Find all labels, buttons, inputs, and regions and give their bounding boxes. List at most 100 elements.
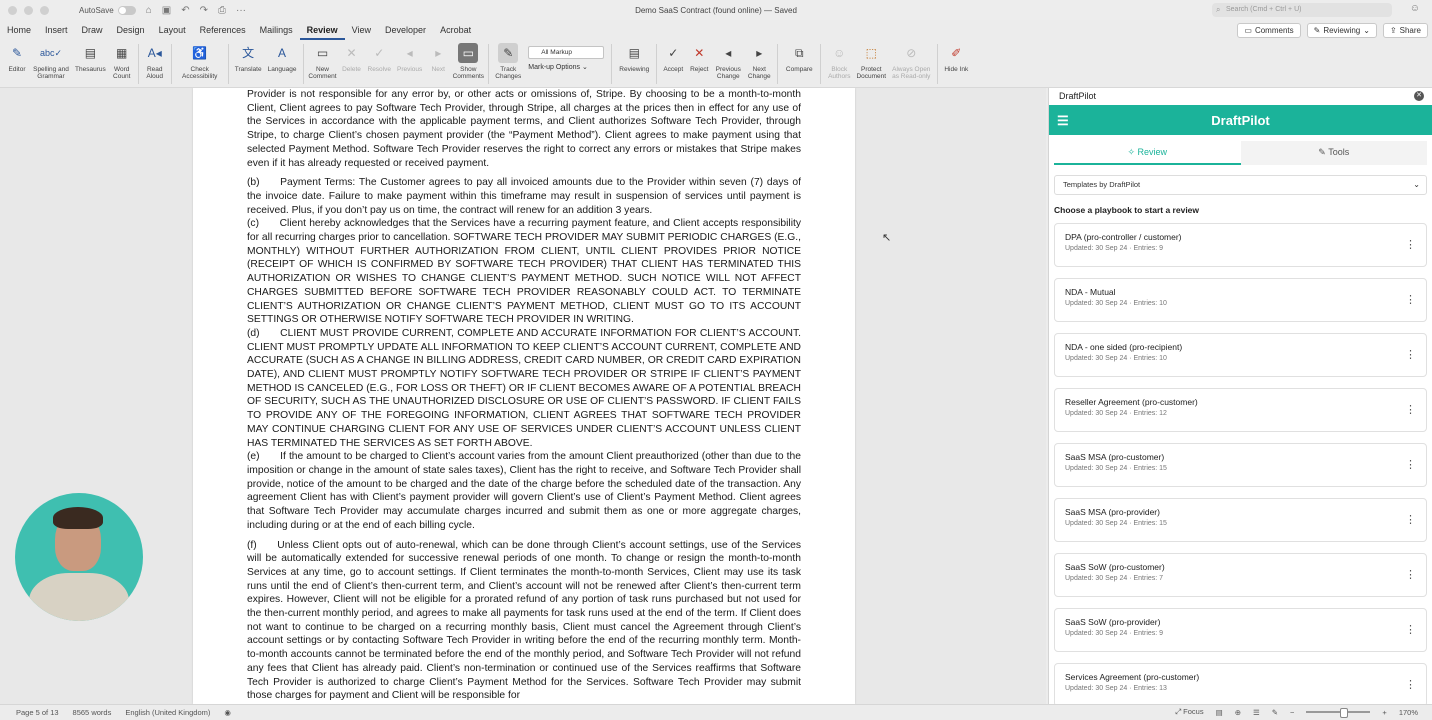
paragraph-b[interactable]: (b) Payment Terms: The Customer agrees t… [247, 176, 801, 217]
paragraph-f[interactable]: (f) Unless Client opts out of auto-renew… [247, 539, 801, 703]
print-icon[interactable]: ⎙ [218, 5, 226, 16]
more-options-icon[interactable]: ⋮ [1405, 568, 1416, 581]
more-options-icon[interactable]: ⋮ [1405, 678, 1416, 691]
playbook-card[interactable]: NDA - Mutual Updated: 30 Sep 24 · Entries… [1054, 278, 1427, 322]
markup-options-button[interactable]: Mark-up Options ⌄ [528, 63, 604, 71]
tab-mailings[interactable]: Mailings [253, 20, 300, 40]
close-pane-icon[interactable]: ✕ [1414, 91, 1424, 101]
markup-select[interactable]: All Markup [528, 46, 605, 59]
accessibility-status-icon[interactable]: ◉ [224, 708, 231, 717]
protect-document-button[interactable]: ⬚ Protect Document [854, 40, 888, 81]
playbook-card[interactable]: SaaS MSA (pro-customer) Updated: 30 Sep 2… [1054, 443, 1427, 487]
undo-icon[interactable]: ↶ [181, 5, 189, 16]
playbook-card[interactable]: SaaS MSA (pro-provider) Updated: 30 Sep 2… [1054, 498, 1427, 542]
always-open-read-only-button[interactable]: ⊘ Always Open as Read-only [888, 40, 934, 81]
window-controls[interactable] [8, 5, 49, 15]
translate-button[interactable]: 文 Translate [232, 40, 265, 74]
playbook-card[interactable]: SaaS SoW (pro-provider) Updated: 30 Sep 2… [1054, 608, 1427, 652]
zoom-window-button[interactable] [40, 5, 49, 15]
editor-button[interactable]: ✎ Editor [4, 40, 30, 74]
playbook-card[interactable]: SaaS SoW (pro-customer) Updated: 30 Sep 2… [1054, 553, 1427, 597]
web-layout-icon[interactable]: ⊕ [1235, 708, 1241, 717]
zoom-level[interactable]: 170% [1399, 708, 1418, 717]
paragraph-e[interactable]: (e) If the amount to be charged to Clien… [247, 450, 801, 532]
language-button[interactable]: A Language [265, 40, 300, 74]
share-button[interactable]: ⇪ Share [1382, 23, 1428, 38]
zoom-out-icon[interactable]: − [1290, 708, 1294, 717]
save-icon[interactable]: ▣ [162, 5, 171, 16]
tab-view[interactable]: View [345, 20, 378, 40]
reject-button[interactable]: ✕ Reject [686, 40, 712, 74]
track-changes-label: Track Changes [495, 66, 522, 80]
playbook-card[interactable]: DPA (pro-controller / customer) Updated: … [1054, 223, 1427, 267]
word-count-button[interactable]: ▦ Word Count [109, 40, 135, 81]
print-layout-icon[interactable]: ▤ [1216, 708, 1223, 717]
next-comment-button[interactable]: ▸ Next [425, 40, 451, 74]
compare-button[interactable]: ⧉ Compare [781, 40, 817, 74]
show-comments-button[interactable]: ▭ Show Comments [451, 40, 485, 80]
redo-icon[interactable]: ↷ [200, 5, 208, 16]
language-indicator[interactable]: English (United Kingdom) [125, 708, 210, 717]
previous-comment-button[interactable]: ◂ Previous [394, 40, 425, 74]
zoom-slider[interactable] [1306, 708, 1371, 718]
block-authors-button[interactable]: ☺ Block Authors [824, 40, 854, 81]
draft-icon[interactable]: ✎ [1272, 708, 1278, 717]
more-options-icon[interactable]: ⋮ [1405, 238, 1416, 251]
tab-review-pane[interactable]: ✧ Review [1054, 141, 1241, 165]
read-aloud-button[interactable]: A◂ Read Aloud [142, 40, 168, 81]
focus-button[interactable]: ⤢ Focus [1175, 707, 1204, 717]
templates-dropdown[interactable]: Templates by DraftPilot ⌄ [1054, 175, 1427, 195]
playbook-card[interactable]: Services Agreement (pro-customer) Updated… [1054, 663, 1427, 707]
paragraph-stripe[interactable]: Provider is not responsible for any erro… [247, 88, 801, 170]
word-count[interactable]: 8565 words [73, 708, 112, 717]
reviewing-button[interactable]: ✎ Reviewing ⌄ [1306, 23, 1377, 38]
tab-references[interactable]: References [193, 20, 253, 40]
page-indicator[interactable]: Page 5 of 13 [16, 708, 59, 717]
tab-tools-pane[interactable]: ✎ Tools [1240, 141, 1427, 165]
zoom-in-icon[interactable]: + [1382, 708, 1386, 717]
tab-developer[interactable]: Developer [378, 20, 433, 40]
resolve-button[interactable]: ✓ Resolve [365, 40, 394, 74]
account-icon[interactable]: ☺ [1410, 3, 1420, 14]
menu-icon[interactable]: ☰ [1057, 113, 1069, 129]
playbook-card[interactable]: NDA - one sided (pro-recipient) Updated: … [1054, 333, 1427, 377]
more-options-icon[interactable]: ⋮ [1405, 623, 1416, 636]
playbook-meta: Updated: 30 Sep 24 · Entries: 15 [1065, 465, 1167, 472]
tab-home[interactable]: Home [0, 20, 38, 40]
track-changes-button[interactable]: ✎ Track Changes [492, 40, 524, 80]
comments-button[interactable]: ▭ Comments [1237, 23, 1301, 38]
thesaurus-button[interactable]: ▤ Thesaurus [72, 40, 109, 74]
playbook-card[interactable]: Reseller Agreement (pro-customer) Updated… [1054, 388, 1427, 432]
document-canvas[interactable]: Provider is not responsible for any erro… [0, 88, 1046, 704]
document-page[interactable]: Provider is not responsible for any erro… [193, 88, 855, 704]
tab-acrobat[interactable]: Acrobat [433, 20, 478, 40]
close-window-button[interactable] [8, 5, 17, 15]
home-icon[interactable]: ⌂ [146, 5, 152, 16]
tab-design[interactable]: Design [110, 20, 152, 40]
hide-ink-button[interactable]: ✐ Hide Ink [941, 40, 971, 74]
spelling-button[interactable]: abc✓ Spelling and Grammar [30, 40, 72, 80]
tab-insert[interactable]: Insert [38, 20, 75, 40]
autosave-toggle[interactable] [117, 5, 136, 15]
paragraph-d[interactable]: (d) CLIENT MUST PROVIDE CURRENT, COMPLET… [247, 327, 801, 450]
check-accessibility-button[interactable]: ♿ Check Accessibility [175, 40, 225, 81]
more-icon[interactable]: ··· [236, 5, 246, 16]
new-comment-button[interactable]: ▭ New Comment [307, 40, 339, 81]
paragraph-c[interactable]: (c) Client hereby acknowledges that the … [247, 217, 801, 327]
accept-button[interactable]: ✓ Accept [660, 40, 686, 74]
delete-comment-button[interactable]: ✕ Delete [339, 40, 365, 74]
previous-change-button[interactable]: ◂ Previous Change [712, 40, 744, 81]
tab-layout[interactable]: Layout [152, 20, 193, 40]
more-options-icon[interactable]: ⋮ [1405, 513, 1416, 526]
minimize-window-button[interactable] [24, 5, 33, 15]
more-options-icon[interactable]: ⋮ [1405, 403, 1416, 416]
search-box[interactable]: ⌕ Search (Cmd + Ctrl + U) [1212, 3, 1392, 17]
next-change-button[interactable]: ▸ Next Change [744, 40, 774, 81]
tab-draw[interactable]: Draw [75, 20, 110, 40]
more-options-icon[interactable]: ⋮ [1405, 348, 1416, 361]
tab-review[interactable]: Review [299, 20, 345, 40]
reviewing-pane-button[interactable]: ▤ Reviewing [615, 40, 653, 74]
outline-icon[interactable]: ☰ [1253, 708, 1260, 717]
more-options-icon[interactable]: ⋮ [1405, 458, 1416, 471]
more-options-icon[interactable]: ⋮ [1405, 293, 1416, 306]
